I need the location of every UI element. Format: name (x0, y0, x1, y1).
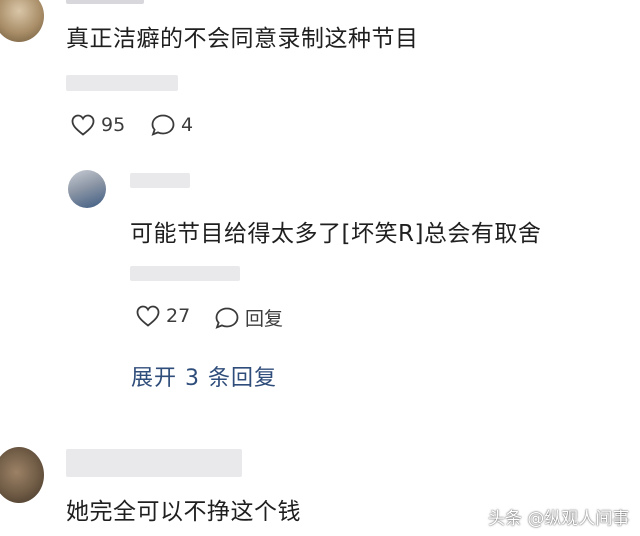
reply-reply-button[interactable]: 回复 (214, 304, 283, 331)
watermark: 头条 @纵观人间事 (488, 509, 630, 529)
username-blurred (66, 449, 242, 477)
speech-bubble-icon (150, 113, 176, 137)
username-blurred (66, 0, 144, 4)
avatar[interactable] (0, 0, 44, 42)
comment-text: 真正洁癖的不会同意录制这种节目 (66, 26, 419, 52)
heart-outline-icon (135, 304, 161, 328)
reply-like-button[interactable]: 27 (135, 304, 190, 328)
avatar[interactable] (0, 447, 44, 503)
reply-count: 4 (181, 114, 194, 136)
like-button[interactable]: 95 (70, 113, 125, 137)
heart-outline-icon (70, 113, 96, 137)
speech-bubble-icon (214, 306, 240, 330)
timestamp-blurred (66, 75, 178, 91)
reply-like-count: 27 (166, 305, 191, 327)
comment-button[interactable]: 4 (150, 113, 193, 137)
comment-text: 她完全可以不挣这个钱 (66, 499, 301, 525)
reply-username-blurred (130, 173, 190, 188)
reply-label: 回复 (245, 308, 284, 330)
reply-text: 可能节目给得太多了[坏笑R]总会有取舍 (130, 221, 542, 247)
reply-timestamp-blurred (130, 266, 240, 281)
like-count: 95 (101, 114, 126, 136)
reply-avatar[interactable] (68, 170, 106, 208)
expand-replies-link[interactable]: 展开 3 条回复 (131, 360, 277, 392)
